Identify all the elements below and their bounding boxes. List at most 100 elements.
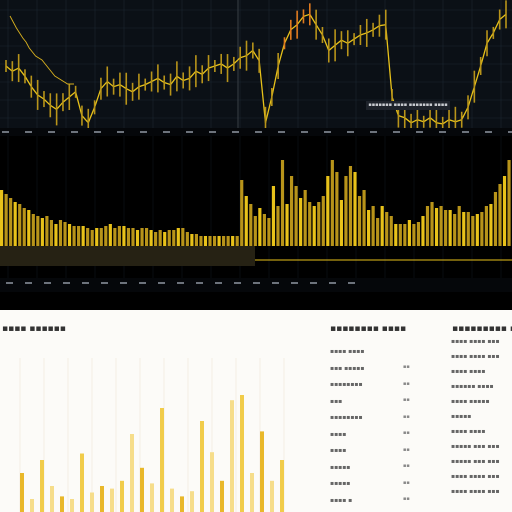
volume-bar [86, 228, 90, 246]
report-mid-value: ▪▪ [403, 446, 410, 453]
volume-bar [13, 202, 17, 246]
volume-bar [149, 230, 153, 246]
report-bar [170, 488, 174, 512]
price-tick-label [462, 131, 469, 133]
report-mid-row: ▪▪▪▪▪▪▪▪ [330, 414, 363, 421]
volume-bar [144, 228, 149, 246]
report-bar [270, 480, 274, 512]
report-mid-value: ▪▪ [403, 463, 410, 469]
volume-bar [367, 210, 371, 246]
volume-bar [18, 204, 22, 246]
volume-tick-label [234, 282, 241, 284]
volume-tick-label [6, 282, 13, 284]
report-mid-value: ▪▪ [403, 397, 410, 403]
price-tick-label [186, 131, 193, 133]
volume-tick-label [215, 282, 222, 284]
volume-bar [403, 224, 407, 246]
price-tick-label [25, 131, 32, 133]
price-x-axis [0, 128, 512, 136]
volume-bar [453, 214, 457, 246]
volume-bar [394, 224, 398, 246]
volume-bar [81, 226, 85, 246]
volume-bar [63, 222, 67, 246]
report-bar [160, 408, 164, 512]
price-chart-panel: ▪▪▪▪▪▪▪ ▪▪▪▪ ▪▪▪▪▪▪▪ ▪▪▪▪ [0, 0, 512, 128]
volume-chart [0, 136, 512, 278]
volume-bar [185, 232, 189, 246]
volume-bar [217, 236, 221, 246]
volume-bar [131, 228, 135, 246]
report-bar-chart [19, 358, 285, 512]
volume-bar [49, 220, 54, 246]
volume-bar [471, 216, 475, 246]
report-mid-row: ▪▪▪▪ ▪ [330, 496, 353, 504]
report-bar [190, 491, 194, 512]
report-right-row: ▪▪▪▪▪▪ ▪▪▪▪ [451, 383, 494, 390]
volume-bar [362, 190, 366, 246]
report-right-row: ▪▪▪▪ ▪▪▪▪ [451, 368, 486, 375]
report-bar [280, 460, 284, 512]
volume-x-axis [0, 278, 512, 292]
volume-bar [113, 228, 117, 246]
price-tick-label [48, 131, 55, 133]
volume-bar [462, 212, 466, 246]
volume-bar [498, 184, 502, 246]
report-mid-row: ▪▪▪ [330, 397, 343, 405]
volume-bar [122, 226, 126, 246]
volume-bar [208, 236, 212, 246]
report-mid-row: ▪▪▪▪ [330, 430, 347, 438]
volume-bar [104, 226, 108, 246]
report-bar [60, 496, 64, 512]
volume-bar [434, 208, 439, 246]
volume-bar [348, 166, 353, 246]
volume-bar [289, 176, 294, 246]
volume-bar [285, 204, 289, 246]
volume-bar [357, 196, 362, 246]
report-bar [50, 486, 54, 512]
report-bar [120, 480, 124, 512]
report-mid-row: ▪▪▪▪▪▪▪▪ [330, 381, 363, 388]
report-right-row: ▪▪▪▪▪ ▪▪▪ ▪▪▪ [451, 443, 500, 450]
report-bar [20, 473, 24, 512]
volume-bar [167, 230, 171, 246]
volume-x-axis-ticks [6, 282, 355, 284]
volume-bar [249, 204, 253, 246]
volume-bar [321, 196, 325, 246]
volume-bar [222, 236, 226, 246]
volume-bar [90, 230, 94, 246]
price-tick-label [2, 131, 9, 133]
volume-tick-label [310, 282, 317, 284]
price-tick-label [393, 131, 400, 133]
volume-bar [126, 228, 131, 246]
volume-bar [412, 224, 416, 246]
volume-bar [303, 190, 307, 246]
volume-bar [335, 172, 339, 246]
price-tick-label [416, 131, 423, 133]
volume-bar [181, 228, 185, 246]
volume-bar [262, 214, 266, 246]
report-mid-row: ▪▪▪▪▪ [330, 480, 351, 487]
report-right-row: ▪▪▪▪▪ [451, 413, 472, 420]
report-bar [140, 467, 144, 512]
volume-bar [466, 212, 470, 246]
volume-bar [240, 180, 244, 246]
volume-bar [480, 212, 484, 246]
volume-chart-panel [0, 136, 512, 278]
volume-tick-label [101, 282, 108, 284]
volume-bar [244, 196, 248, 246]
volume-bar [317, 202, 321, 246]
volume-bar [172, 230, 176, 246]
price-tick-label [485, 131, 492, 133]
report-mid-heading: ▪▪▪▪▪▪▪▪ ▪▪▪▪ [330, 324, 407, 334]
price-tick-label [301, 131, 308, 133]
volume-bar [0, 190, 4, 246]
volume-bar [108, 224, 112, 246]
volume-tick-label [272, 282, 279, 284]
report-bar [200, 421, 204, 512]
price-x-axis-ticks [2, 131, 512, 133]
price-tick-label [439, 131, 446, 133]
report-bar [150, 483, 154, 512]
volume-bar [31, 214, 35, 246]
price-tick-label [324, 131, 331, 133]
volume-bar [489, 204, 493, 246]
